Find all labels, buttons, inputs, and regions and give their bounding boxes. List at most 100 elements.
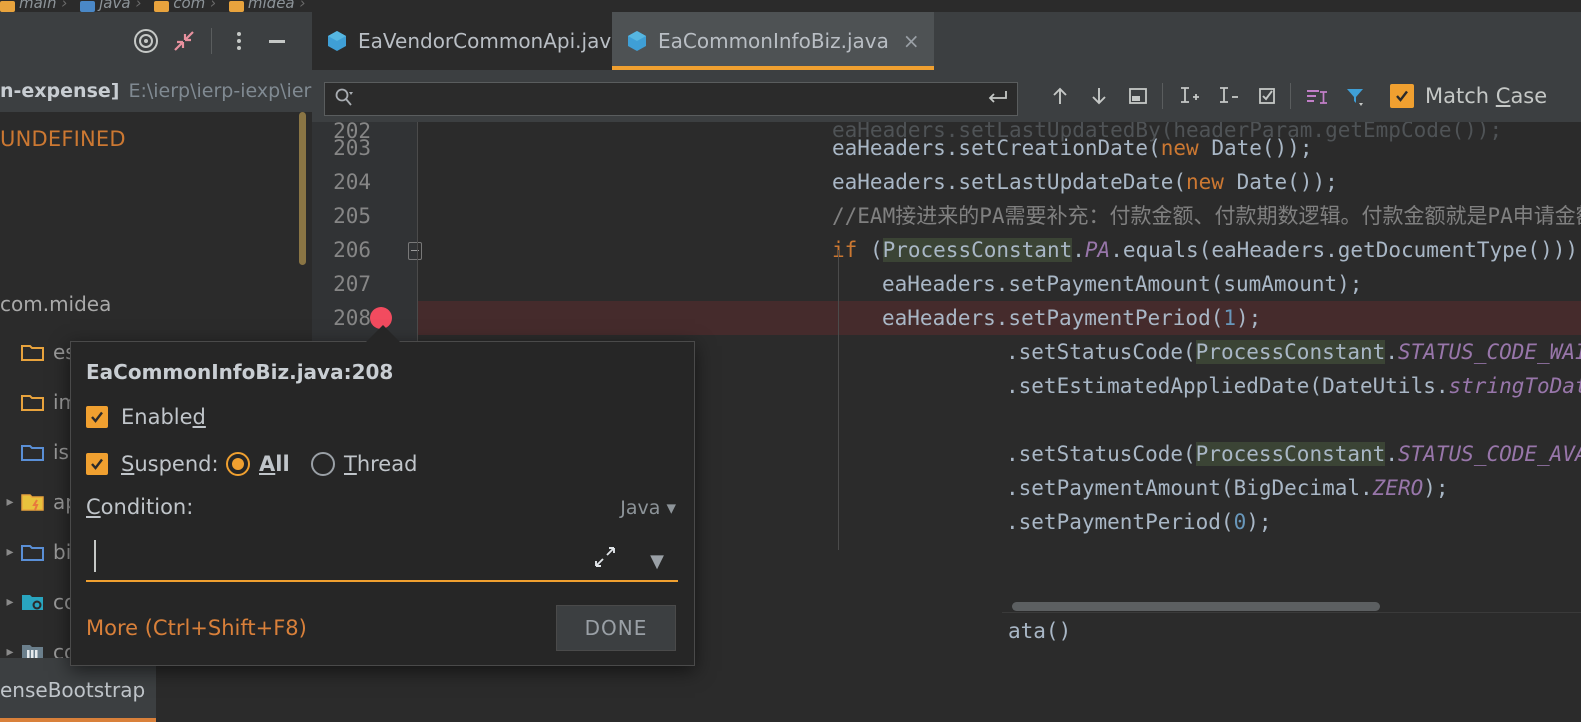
editor-tab-bar: EaVendorCommonApi.java × EaCommonInfoBiz…: [312, 12, 1581, 70]
search-field[interactable]: [362, 88, 986, 110]
resource-folder-icon: [20, 641, 46, 658]
toggle-lines-icon[interactable]: [1296, 76, 1335, 116]
enter-return-icon[interactable]: [986, 88, 1008, 110]
search-input[interactable]: [324, 82, 1018, 116]
active-tab-underline: [0, 718, 156, 722]
match-case-label: Match Case: [1425, 84, 1548, 108]
text-caret: [94, 540, 96, 572]
code-line-203: eaHeaders.setCreationDate(new Date());: [832, 136, 1313, 160]
chevron-right-icon[interactable]: ▸: [0, 594, 20, 610]
history-dropdown-icon[interactable]: ▼: [650, 551, 664, 572]
expand-editor-icon[interactable]: [594, 546, 616, 572]
line-number: 208: [333, 306, 371, 330]
folder-icon: [154, 1, 170, 12]
condition-language-selector[interactable]: Java ▾: [620, 497, 676, 519]
add-selection-next-icon[interactable]: [1168, 76, 1207, 116]
enabled-checkbox[interactable]: Enabled: [86, 405, 206, 429]
config-folder-icon: [20, 591, 46, 613]
tree-undefined-label: UNDEFINED: [0, 127, 126, 151]
code-line-205: //EAM接进来的PA需要补充：付款金额、付款期数逻辑。付款金额就是PA申请金额…: [832, 204, 1581, 228]
condition-input[interactable]: ▼: [86, 534, 678, 582]
scrollbar-thumb[interactable]: [1012, 602, 1380, 611]
source-folder-icon: [20, 491, 46, 513]
breakpoint-popup[interactable]: EaCommonInfoBiz.java:208 Enabled Suspend…: [70, 325, 695, 666]
locate-target-icon[interactable]: [127, 22, 165, 60]
editor-tab-label: EaVendorCommonApi.java: [358, 29, 624, 53]
tree-item-ap[interactable]: ▸ ap: [0, 480, 77, 523]
close-icon[interactable]: ×: [903, 29, 920, 53]
code-line-212: .setStatusCode(ProcessConstant.STATUS_CO…: [1006, 442, 1581, 466]
tree-item-co-resource[interactable]: ▸ co: [0, 630, 76, 658]
more-link[interactable]: More (Ctrl+Shift+F8): [86, 616, 307, 640]
breadcrumb-item-label[interactable]: main: [19, 0, 56, 12]
line-number: 207: [333, 272, 371, 296]
checkbox-checked-icon: [86, 453, 108, 475]
project-location: E:\ierp\ierp-iexp\ierp-ie: [128, 80, 312, 102]
checkbox-checked-icon: [86, 406, 108, 428]
code-line-209: .setStatusCode(ProcessConstant.STATUS_CO…: [1006, 340, 1581, 364]
enabled-label: Enabled: [121, 405, 206, 429]
tree-package-label: com.midea: [0, 292, 112, 316]
select-all-occurrences-icon[interactable]: [1246, 76, 1285, 116]
code-line-213: .setPaymentAmount(BigDecimal.ZERO);: [1006, 476, 1449, 500]
folder-icon: [228, 1, 244, 12]
toolbar-divider: [211, 28, 212, 54]
tool-window-tab-bootstrap[interactable]: enseBootstrap ×: [0, 658, 156, 722]
search-icon[interactable]: [334, 87, 354, 111]
editor-horizontal-scrollbar[interactable]: [1012, 600, 1581, 612]
java-class-icon: [326, 29, 348, 53]
chevron-right-icon[interactable]: ▸: [0, 544, 20, 560]
line-number: 206: [333, 238, 371, 262]
suspend-thread-label: Thread: [344, 452, 418, 476]
project-toolbar: [0, 12, 312, 70]
suspend-thread-radio[interactable]: Thread: [311, 452, 417, 476]
find-next-icon[interactable]: [1079, 76, 1118, 116]
more-options-icon[interactable]: [220, 22, 258, 60]
blue-folder-icon: [20, 441, 46, 463]
filter-icon[interactable]: [1335, 76, 1374, 116]
match-case-checkbox[interactable]: Match Case: [1390, 84, 1547, 108]
module-folder-icon: [20, 391, 46, 413]
tree-item-label: bi: [53, 539, 72, 564]
editor-tab-eacommoninfobiz[interactable]: EaCommonInfoBiz.java ×: [612, 12, 934, 70]
done-button[interactable]: DONE: [556, 605, 676, 651]
indent-guide: [838, 250, 839, 550]
code-line-210: .setEstimatedAppliedDate(DateUtils.strin…: [1006, 374, 1581, 398]
line-number: 205: [333, 204, 371, 228]
chevron-right-icon[interactable]: ▸: [0, 644, 20, 659]
breadcrumb-item-label[interactable]: com: [173, 0, 205, 12]
suspend-label: Suspend:: [121, 452, 219, 476]
chevron-down-icon: ▾: [666, 497, 676, 519]
editor-tab-label: EaCommonInfoBiz.java: [658, 29, 889, 53]
module-folder-icon: [20, 341, 46, 363]
checkbox-checked-icon: [1390, 84, 1414, 108]
chevron-right-icon[interactable]: ▸: [0, 494, 20, 510]
find-toolbar: Match Case: [312, 70, 1581, 122]
suspend-all-radio[interactable]: All: [226, 452, 290, 476]
tree-item-bi[interactable]: ▸ bi: [0, 530, 71, 573]
java-folder-icon: [80, 1, 96, 12]
code-fragment-label: ata(): [1008, 619, 1072, 643]
hide-panel-icon[interactable]: [258, 22, 296, 60]
breadcrumb-item-label[interactable]: java: [99, 0, 130, 12]
line-number: 203: [333, 136, 371, 160]
toolbar-divider: [1290, 83, 1291, 109]
collapse-all-icon[interactable]: [165, 22, 203, 60]
tool-window-tab-label: enseBootstrap: [0, 678, 146, 702]
editor-lower-strip: ata(): [1002, 612, 1581, 658]
tree-item-co-config[interactable]: ▸ co: [0, 580, 76, 623]
breadcrumb-item-label[interactable]: midea: [248, 0, 295, 12]
remove-selection-icon[interactable]: [1207, 76, 1246, 116]
code-line-206: if (ProcessConstant.PA.equals(eaHeaders.…: [832, 238, 1581, 262]
find-previous-icon[interactable]: [1040, 76, 1079, 116]
radio-selected-icon: [226, 452, 250, 476]
code-line-204: eaHeaders.setLastUpdateDate(new Date());: [832, 170, 1338, 194]
breakpoint-title: EaCommonInfoBiz.java:208: [86, 360, 394, 384]
radio-unselected-icon: [311, 452, 335, 476]
project-path-bar: n-expense] E:\ierp\ierp-iexp\ierp-ie: [0, 70, 312, 112]
tree-scrollbar[interactable]: [299, 112, 306, 265]
suspend-checkbox[interactable]: Suspend:: [86, 452, 219, 476]
open-in-find-window-icon[interactable]: [1118, 76, 1157, 116]
blue-folder-icon: [20, 541, 46, 563]
toolbar-divider: [1162, 83, 1163, 109]
